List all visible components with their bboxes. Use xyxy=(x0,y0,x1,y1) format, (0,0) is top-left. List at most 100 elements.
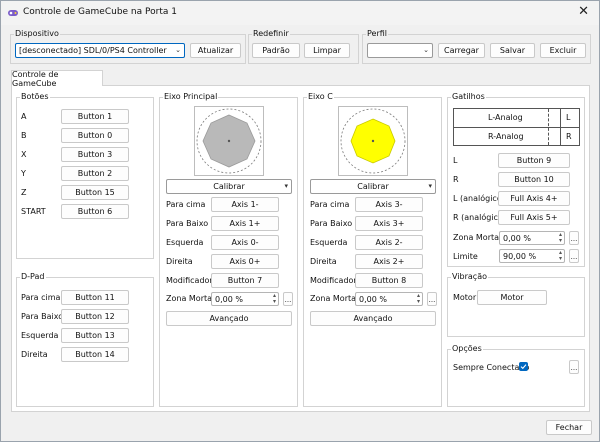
load-button[interactable]: Carregar xyxy=(438,43,485,58)
trigger-row-binding-button[interactable]: Full Axis 5+ xyxy=(498,210,570,225)
c-row-label: Para cima xyxy=(310,200,350,209)
dpad-row-binding-button[interactable]: Button 13 xyxy=(61,328,129,343)
trigger-preview-right-border xyxy=(560,109,561,145)
c-more-button[interactable]: ... xyxy=(427,292,437,306)
clear-button[interactable]: Limpar xyxy=(304,43,350,58)
c-row-binding-button[interactable]: Axis 3+ xyxy=(355,216,423,231)
main-more-button[interactable]: ... xyxy=(283,292,293,306)
close-button[interactable]: Fechar xyxy=(546,420,592,435)
spin-arrows-icon: ▴ ▾ xyxy=(558,231,562,244)
trigger-deadzone-label: Zona Morta xyxy=(453,233,500,242)
trigger-deadzone-input[interactable]: 0,00 % ▴ ▾ xyxy=(499,231,565,245)
c-row-binding-button[interactable]: Axis 3- xyxy=(355,197,423,212)
main-deadzone-label: Zona Morta xyxy=(166,294,213,303)
button-row-binding-button[interactable]: Button 0 xyxy=(61,128,129,143)
dpad-row-binding-button[interactable]: Button 12 xyxy=(61,309,129,324)
vibration-group-title: Vibração xyxy=(451,272,488,281)
dpad-row-label: Direita xyxy=(21,350,48,359)
dpad-group-title: D-Pad xyxy=(20,272,46,281)
button-row-binding-button[interactable]: Button 6 xyxy=(61,204,129,219)
button-row-label: START xyxy=(21,207,46,216)
tab-gamecube[interactable]: Controle de GameCube xyxy=(11,70,103,88)
trigger-row-label: L xyxy=(453,156,458,165)
checkmark-icon xyxy=(520,364,527,370)
caret-down-icon: ▾ xyxy=(284,182,288,190)
main-row-label: Para cima xyxy=(166,200,206,209)
window-title: Controle de GameCube na Porta 1 xyxy=(23,7,177,17)
c-row-binding-button[interactable]: Button 8 xyxy=(355,273,423,288)
vibration-group xyxy=(447,277,585,337)
c-deadzone-input[interactable]: 0,00 % ▴ ▾ xyxy=(355,292,423,306)
trigger-preview: L-Analog R-Analog L R xyxy=(453,108,580,146)
dpad-row-binding-button[interactable]: Button 11 xyxy=(61,290,129,305)
profile-select[interactable]: ⌄ xyxy=(367,43,433,58)
trigger-deadzone-value: 0,00 % xyxy=(503,233,531,243)
main-row-binding-button[interactable]: Axis 0+ xyxy=(211,254,279,269)
button-row-binding-button[interactable]: Button 15 xyxy=(61,185,129,200)
caret-down-icon: ▾ xyxy=(428,182,432,190)
dpad-row-label: Para cima xyxy=(21,293,61,302)
c-deadzone-value: 0,00 % xyxy=(359,294,387,304)
title-bar: Controle de GameCube na Porta 1 ✕ xyxy=(1,1,599,25)
default-button[interactable]: Padrão xyxy=(252,43,300,58)
dpad-row-label: Esquerda xyxy=(21,331,59,340)
dpad-row-binding-button[interactable]: Button 14 xyxy=(61,347,129,362)
save-button[interactable]: Salvar xyxy=(490,43,535,58)
button-row-binding-button[interactable]: Button 2 xyxy=(61,166,129,181)
profile-group-title: Perfil xyxy=(366,29,389,38)
trigger-row-binding-button[interactable]: Button 10 xyxy=(498,172,570,187)
spin-arrows-icon: ▴ ▾ xyxy=(416,292,420,305)
options-group xyxy=(447,349,585,407)
always-connected-checkbox[interactable] xyxy=(519,362,528,371)
trigger-limit-input[interactable]: 90,00 % ▴ ▾ xyxy=(499,249,565,263)
main-row-binding-button[interactable]: Axis 1- xyxy=(211,197,279,212)
trigger-limit-label: Limite xyxy=(453,252,478,261)
main-row-label: Para Baixo xyxy=(166,219,209,228)
close-icon[interactable]: ✕ xyxy=(578,4,589,19)
button-row-binding-button[interactable]: Button 1 xyxy=(61,109,129,124)
c-stick-shape xyxy=(340,108,406,174)
trigger-threshold-line xyxy=(548,109,549,145)
trigger-deadzone-more-button[interactable]: ... xyxy=(569,231,579,245)
button-row-binding-button[interactable]: Button 3 xyxy=(61,147,129,162)
trigger-limit-more-button[interactable]: ... xyxy=(569,249,579,263)
button-row-label: Z xyxy=(21,188,27,197)
options-more-button[interactable]: ... xyxy=(569,360,579,374)
c-deadzone-label: Zona Morta xyxy=(310,294,357,303)
main-row-label: Modificador xyxy=(166,276,213,285)
button-row-label: A xyxy=(21,112,27,121)
motor-binding-button[interactable]: Motor xyxy=(477,290,547,305)
spin-arrows-icon: ▴ ▾ xyxy=(558,249,562,262)
trigger-row-label: R xyxy=(453,175,459,184)
main-stick-preview xyxy=(194,106,264,176)
r-analog-label: R-Analog xyxy=(488,132,524,141)
trigger-row-binding-button[interactable]: Button 9 xyxy=(498,153,570,168)
delete-button[interactable]: Excluir xyxy=(540,43,586,58)
main-row-binding-button[interactable]: Axis 0- xyxy=(211,235,279,250)
main-row-binding-button[interactable]: Axis 1+ xyxy=(211,216,279,231)
refresh-button[interactable]: Atualizar xyxy=(190,43,241,58)
c-calibrate-select[interactable]: Calibrar ▾ xyxy=(310,179,436,194)
dpad-row-label: Para Baixo xyxy=(21,312,64,321)
c-row-label: Direita xyxy=(310,257,337,266)
c-row-binding-button[interactable]: Axis 2- xyxy=(355,235,423,250)
device-select[interactable]: [desconectado] SDL/0/PS4 Controller ⌄ xyxy=(15,43,185,58)
c-stick-group-title: Eixo C xyxy=(307,92,334,101)
c-stick-preview xyxy=(338,106,408,176)
main-row-label: Esquerda xyxy=(166,238,204,247)
triggers-group-title: Gatilhos xyxy=(451,92,486,101)
chevron-down-icon: ⌄ xyxy=(423,46,429,54)
main-deadzone-input[interactable]: 0,00 % ▴ ▾ xyxy=(211,292,279,306)
motor-label: Motor xyxy=(453,293,477,302)
c-advanced-button[interactable]: Avançado xyxy=(310,311,436,326)
main-stick-shape xyxy=(196,108,262,174)
device-select-value: [desconectado] SDL/0/PS4 Controller xyxy=(19,46,167,55)
main-calibrate-select[interactable]: Calibrar ▾ xyxy=(166,179,292,194)
c-row-binding-button[interactable]: Axis 2+ xyxy=(355,254,423,269)
main-advanced-button[interactable]: Avançado xyxy=(166,311,292,326)
window: Controle de GameCube na Porta 1 ✕ Dispos… xyxy=(0,0,600,442)
trigger-row-binding-button[interactable]: Full Axis 4+ xyxy=(498,191,570,206)
main-row-binding-button[interactable]: Button 7 xyxy=(211,273,279,288)
main-stick-group-title: Eixo Principal xyxy=(163,92,219,101)
c-row-label: Esquerda xyxy=(310,238,348,247)
